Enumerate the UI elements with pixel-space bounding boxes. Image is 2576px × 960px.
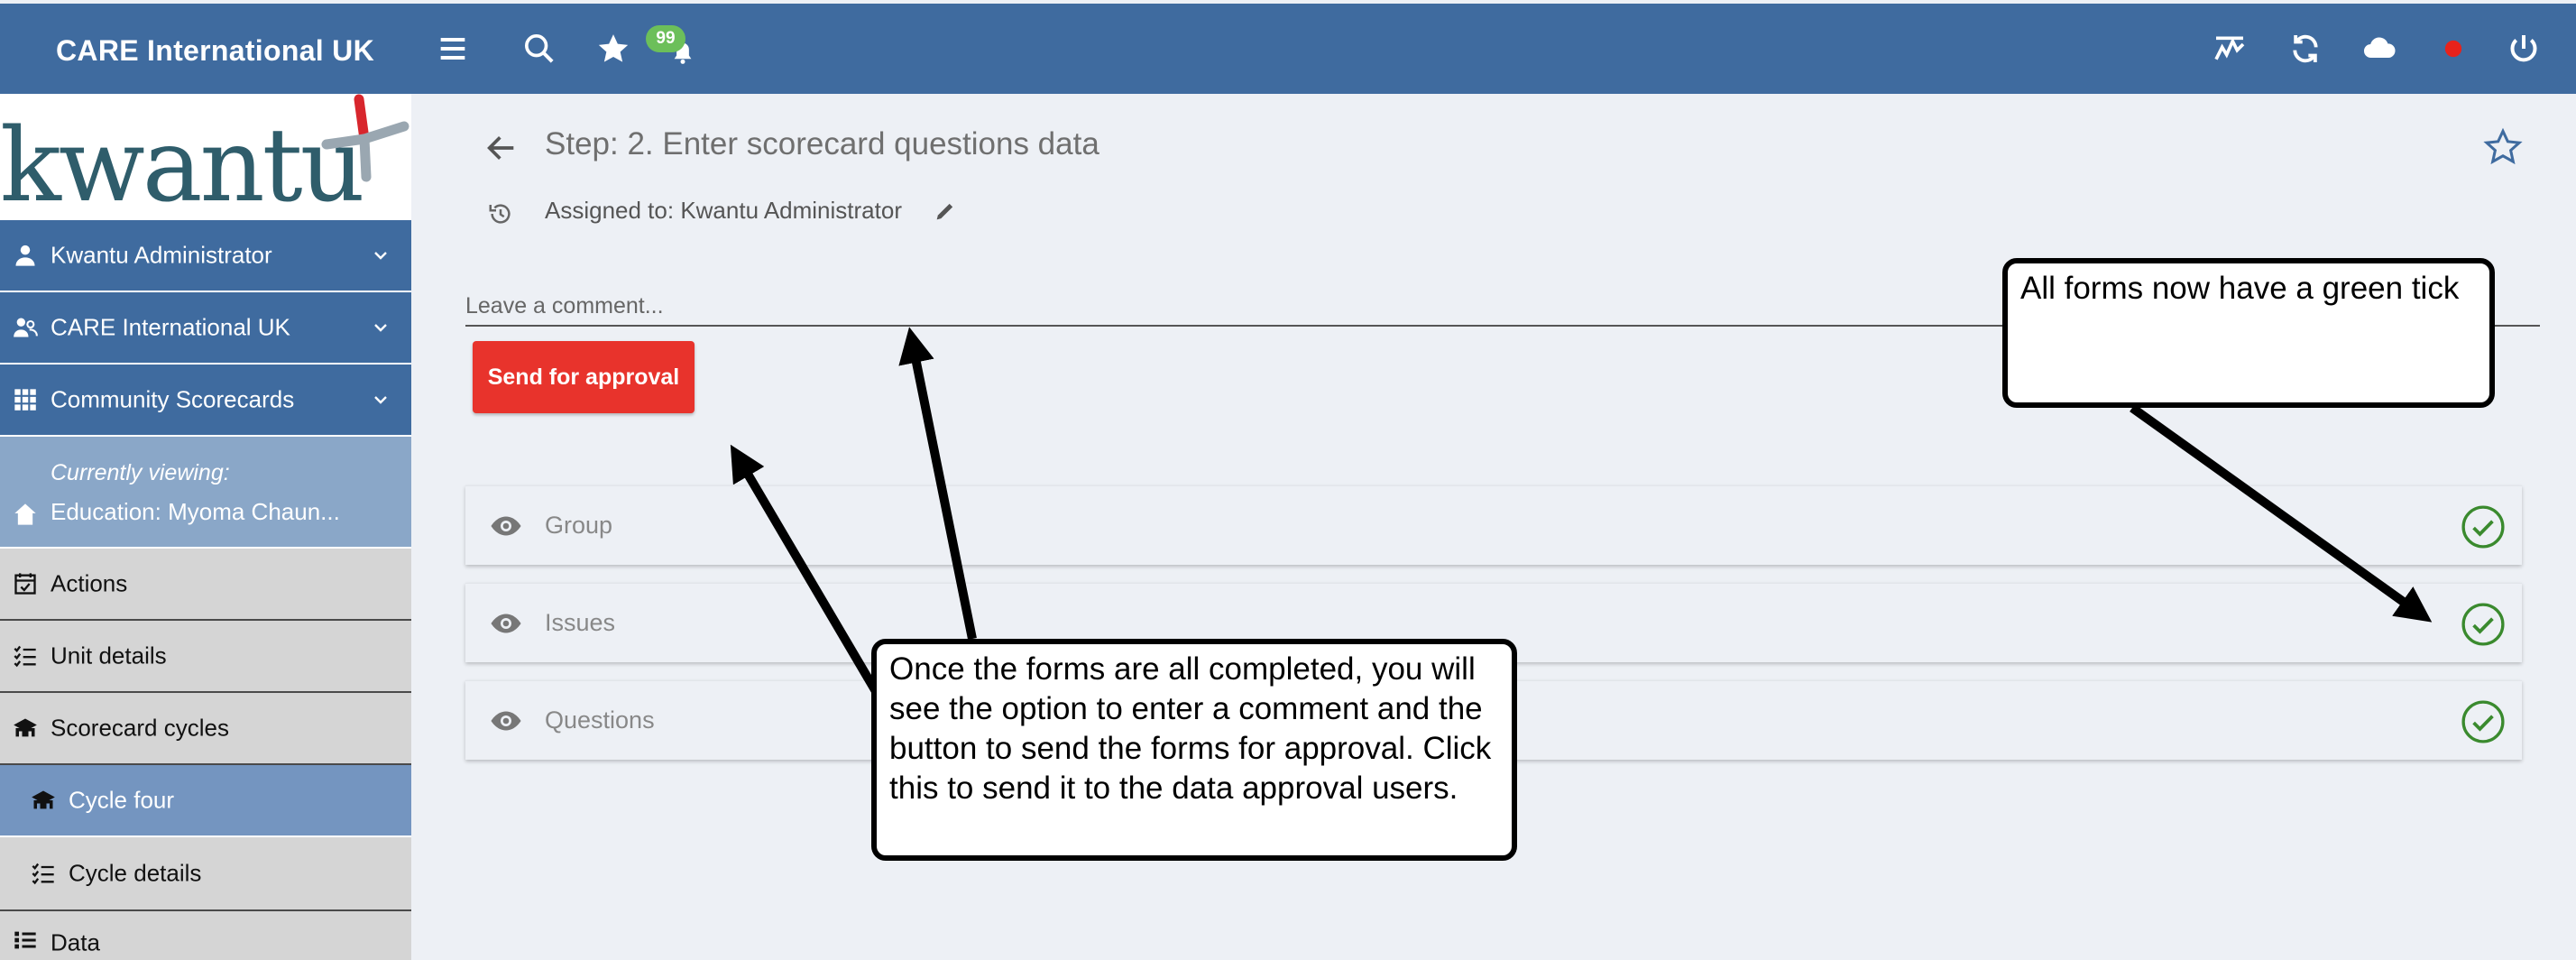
chevron-down-icon bbox=[374, 252, 387, 260]
sidebar-item-label: Scorecard cycles bbox=[51, 714, 229, 742]
apps-grid-icon bbox=[14, 389, 36, 411]
check-circle-icon bbox=[2461, 603, 2505, 646]
edit-pencil-icon[interactable] bbox=[933, 198, 958, 224]
page-title: Step: 2. Enter scorecard questions data bbox=[545, 126, 1099, 162]
search-icon[interactable] bbox=[521, 31, 557, 67]
activity-icon[interactable] bbox=[2212, 31, 2248, 67]
home-icon bbox=[14, 503, 36, 525]
checklist-icon bbox=[14, 645, 36, 668]
checklist-icon bbox=[32, 863, 54, 885]
kwantu-logo: kwantu bbox=[0, 94, 411, 220]
sidebar-item-organisation[interactable]: CARE International UK bbox=[0, 292, 411, 365]
user-icon bbox=[15, 245, 35, 266]
sidebar-currently-viewing[interactable]: Currently viewing: Education: Myoma Chau… bbox=[0, 437, 411, 549]
sidebar: kwantu Kwantu Administrator CARE Interna… bbox=[0, 94, 411, 960]
eye-icon[interactable] bbox=[487, 510, 525, 542]
sidebar-item-app[interactable]: Community Scorecards bbox=[0, 365, 411, 437]
logo-text: kwantu bbox=[0, 107, 365, 220]
sidebar-item-label: Unit details bbox=[51, 642, 167, 669]
annotation-callout-approval: Once the forms are all completed, you wi… bbox=[871, 639, 1517, 861]
sidebar-item-actions[interactable]: Actions bbox=[0, 549, 411, 621]
users-icon bbox=[14, 318, 38, 337]
eye-icon[interactable] bbox=[487, 607, 525, 640]
favourite-star-icon[interactable] bbox=[2482, 126, 2524, 168]
sidebar-item-cycle-four[interactable]: Cycle four bbox=[0, 765, 411, 837]
sidebar-item-label: Kwantu Administrator bbox=[51, 241, 272, 269]
star-icon[interactable] bbox=[595, 31, 631, 67]
sidebar-item-label: Data bbox=[51, 928, 100, 956]
list-icon bbox=[14, 931, 36, 949]
org-title[interactable]: CARE International UK bbox=[56, 34, 374, 68]
send-for-approval-button[interactable]: Send for approval bbox=[473, 341, 695, 413]
annotation-callout-ticks: All forms now have a green tick bbox=[2002, 258, 2495, 408]
chevron-down-icon bbox=[374, 396, 387, 404]
school-icon bbox=[14, 718, 37, 737]
form-row-group[interactable]: Group bbox=[465, 485, 2522, 565]
sidebar-item-label: Community Scorecards bbox=[51, 385, 295, 413]
menu-icon[interactable] bbox=[435, 31, 471, 67]
history-icon[interactable] bbox=[487, 200, 514, 227]
form-name: Questions bbox=[545, 706, 655, 734]
sidebar-item-label: Cycle four bbox=[69, 786, 175, 814]
currently-viewing-value: Education: Myoma Chaun... bbox=[51, 498, 340, 525]
power-icon[interactable] bbox=[2506, 31, 2542, 67]
sidebar-item-label: Actions bbox=[51, 569, 128, 597]
school-icon bbox=[32, 790, 55, 809]
logo-mark-icon bbox=[321, 94, 409, 182]
eye-icon[interactable] bbox=[487, 705, 525, 737]
currently-viewing-label: Currently viewing: bbox=[51, 460, 230, 485]
sync-icon[interactable] bbox=[2287, 31, 2323, 67]
sidebar-item-label: CARE International UK bbox=[51, 313, 290, 341]
check-circle-icon bbox=[2461, 505, 2505, 549]
back-arrow-icon[interactable] bbox=[483, 130, 520, 166]
form-name: Group bbox=[545, 512, 613, 539]
sidebar-item-scorecard-cycles[interactable]: Scorecard cycles bbox=[0, 693, 411, 765]
notification-badge[interactable]: 99 bbox=[646, 25, 685, 52]
status-dot-icon[interactable] bbox=[2435, 31, 2471, 67]
chevron-down-icon bbox=[374, 324, 387, 332]
sidebar-item-cycle-details[interactable]: Cycle details bbox=[0, 837, 411, 911]
sidebar-item-label: Cycle details bbox=[69, 859, 202, 887]
top-navbar: CARE International UK 99 bbox=[0, 4, 2576, 94]
sidebar-item-user[interactable]: Kwantu Administrator bbox=[0, 220, 411, 292]
calendar-check-icon bbox=[14, 573, 36, 595]
sidebar-item-data[interactable]: Data bbox=[0, 911, 411, 960]
sidebar-item-unit-details[interactable]: Unit details bbox=[0, 621, 411, 693]
assigned-to-text: Assigned to: Kwantu Administrator bbox=[545, 197, 902, 224]
form-name: Issues bbox=[545, 609, 616, 636]
check-circle-icon bbox=[2461, 700, 2505, 743]
cloud-icon[interactable] bbox=[2361, 31, 2397, 67]
